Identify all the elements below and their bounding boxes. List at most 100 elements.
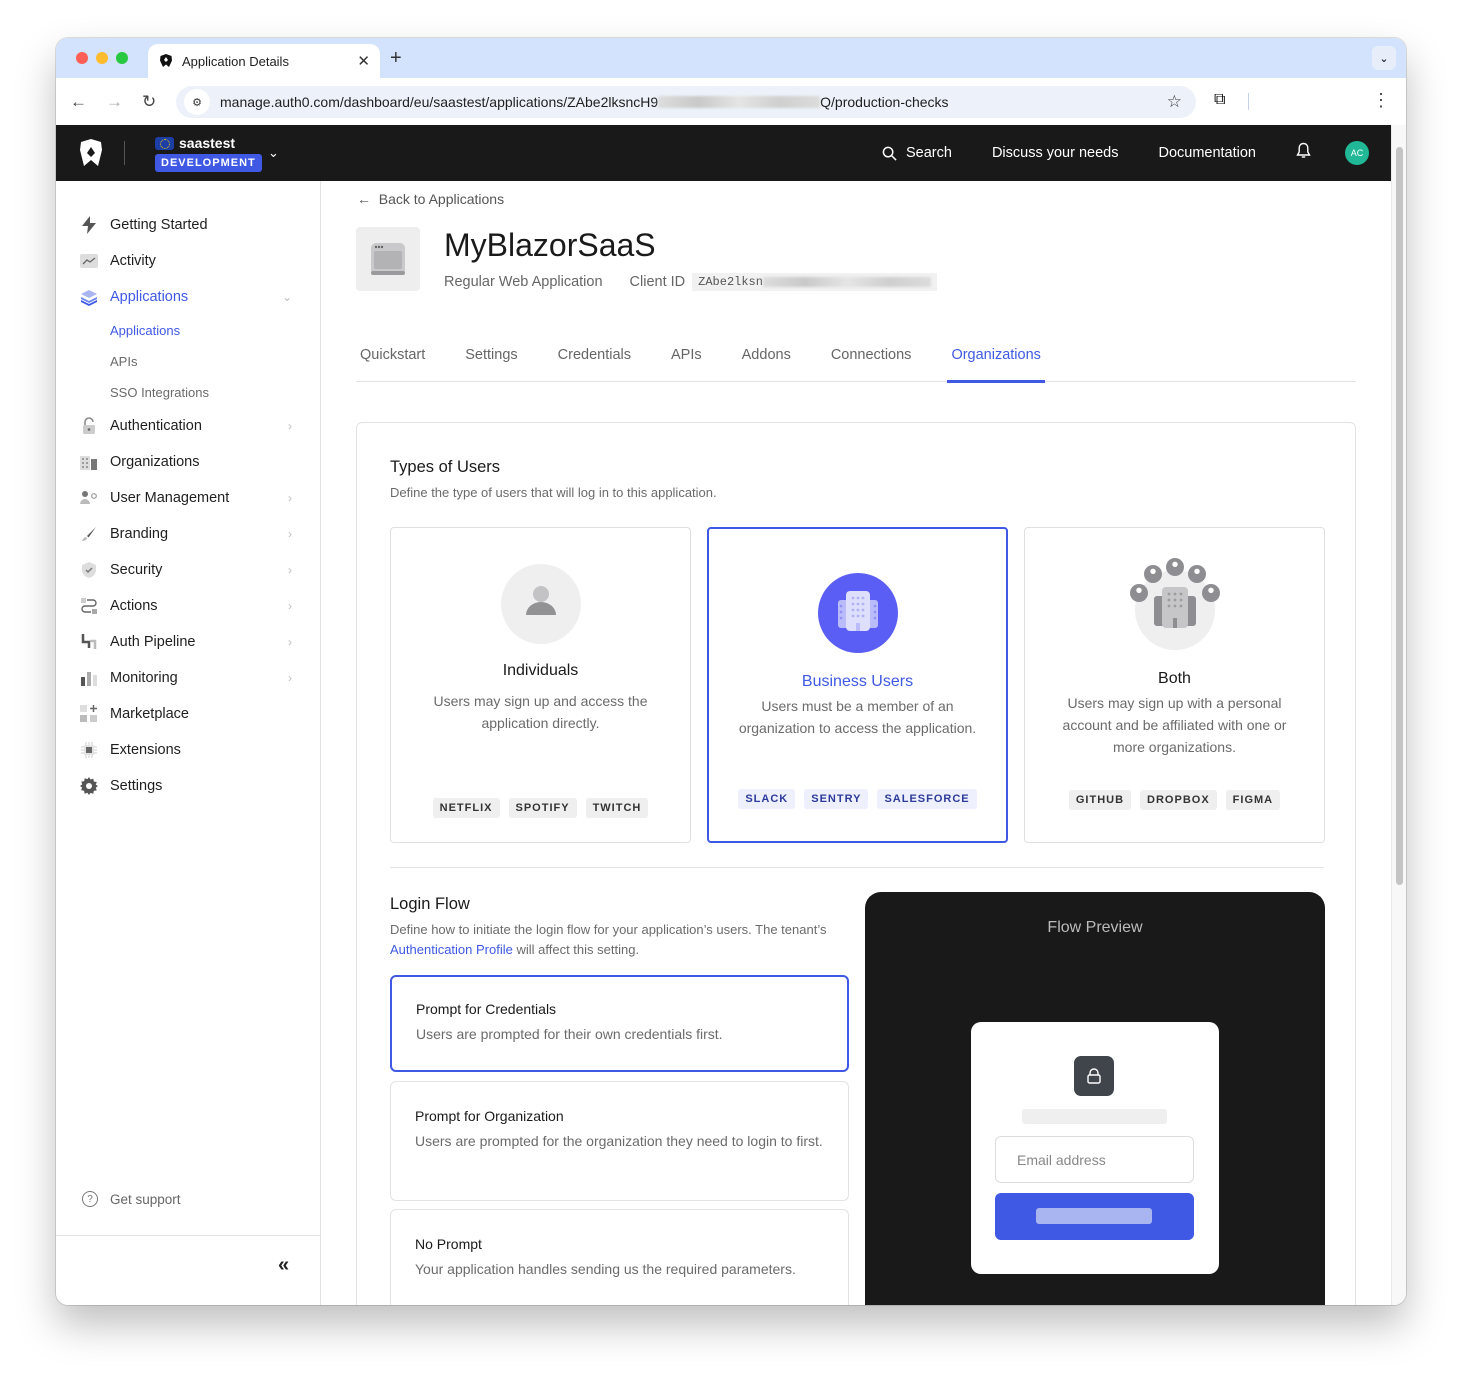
sidebar-item-branding[interactable]: Branding › [56, 516, 320, 552]
sidebar-item-label: Branding [110, 526, 169, 542]
bookmark-star-icon[interactable]: ☆ [1167, 92, 1182, 112]
tab-addons[interactable]: Addons [738, 343, 795, 382]
close-window-button[interactable] [76, 52, 88, 64]
tab-settings[interactable]: Settings [461, 343, 521, 382]
auth0-dashboard: saastest DEVELOPMENT ⌄ Search Discuss yo… [56, 125, 1391, 1305]
sidebar-subitem-apis[interactable]: APIs [56, 346, 320, 377]
sidebar-item-getting-started[interactable]: Getting Started [56, 207, 320, 243]
example-tag: NETFLIX [432, 798, 500, 818]
search-icon [882, 146, 897, 161]
maximize-window-button[interactable] [116, 52, 128, 64]
tab-strip: Application Details ✕ + ⌄ [56, 38, 1406, 78]
reload-icon[interactable]: ↻ [142, 92, 156, 112]
sidebar-item-applications[interactable]: Applications ⌄ [56, 279, 320, 315]
notifications-bell-icon[interactable] [1296, 142, 1311, 164]
back-arrow-icon[interactable]: ← [70, 92, 87, 112]
user-type-card-business-users[interactable]: Business Users Users must be a member of… [707, 527, 1008, 843]
chevron-down-icon[interactable]: ⌄ [268, 145, 279, 161]
new-tab-button[interactable]: + [390, 47, 402, 70]
extensions-icon[interactable]: ⧉ [1214, 91, 1225, 109]
user-type-description: Users may sign up and access the applica… [433, 693, 648, 731]
user-type-title: Business Users [801, 673, 914, 690]
scrollbar-thumb[interactable] [1396, 147, 1403, 885]
sidebar-subitem-applications[interactable]: Applications [56, 315, 320, 346]
types-description: Define the type of users that will log i… [390, 485, 717, 500]
sidebar-item-security[interactable]: Security › [56, 552, 320, 588]
login-flow-option-prompt-for-credentials[interactable]: Prompt for Credentials Users are prompted… [390, 975, 849, 1072]
sidebar-item-user-management[interactable]: User Management › [56, 480, 320, 516]
chevron-right-icon: › [288, 491, 292, 505]
sidebar-item-extensions[interactable]: Extensions [56, 732, 320, 768]
tab-organizations[interactable]: Organizations [947, 343, 1046, 383]
discuss-needs-link[interactable]: Discuss your needs [992, 145, 1119, 161]
tenant-name: saastest [179, 135, 236, 151]
login-flow-header: Login Flow Define how to initiate the lo… [390, 895, 850, 960]
sidebar-item-label: Activity [110, 253, 156, 269]
toolbar-divider [1248, 93, 1249, 110]
page-scrollbar[interactable] [1391, 125, 1406, 1305]
forward-arrow-icon[interactable]: → [106, 92, 123, 112]
sidebar-item-auth-pipeline[interactable]: Auth Pipeline › [56, 624, 320, 660]
application-name: MyBlazorSaaS [444, 227, 656, 263]
sidebar-item-label: Settings [110, 778, 163, 794]
sidebar-item-label: Auth Pipeline [110, 634, 196, 650]
users-icon [80, 489, 98, 507]
login-flow-option-prompt-for-organization[interactable]: Prompt for Organization Users are prompte… [390, 1081, 849, 1201]
browser-menu-icon[interactable]: ⋮ [1372, 90, 1390, 111]
tab-credentials[interactable]: Credentials [554, 343, 635, 382]
activity-chart-icon [80, 252, 98, 270]
support-label: Get support [110, 1191, 181, 1207]
application-tabs: Quickstart Settings Credentials APIs Addons C… [356, 343, 1356, 383]
sidebar-item-authentication[interactable]: Authentication › [56, 408, 320, 444]
topbar-divider [124, 141, 125, 165]
documentation-link[interactable]: Documentation [1158, 145, 1256, 161]
tab-connections[interactable]: Connections [827, 343, 916, 382]
sidebar-item-activity[interactable]: Activity [56, 243, 320, 279]
layers-icon [80, 288, 98, 306]
user-type-card-individuals[interactable]: Individuals Users may sign up and access… [390, 527, 691, 843]
search-button[interactable]: Search [882, 145, 952, 161]
get-support-link[interactable]: ? Get support [82, 1191, 181, 1207]
auth0-logo-icon[interactable] [78, 138, 104, 168]
authentication-profile-link[interactable]: Authentication Profile [390, 942, 513, 957]
tab-apis[interactable]: APIs [667, 343, 706, 382]
sidebar-item-organizations[interactable]: Organizations [56, 444, 320, 480]
user-type-title: Individuals [502, 662, 579, 679]
user-avatar[interactable]: AC [1345, 141, 1369, 165]
tab-quickstart[interactable]: Quickstart [356, 343, 429, 382]
chevron-right-icon: › [288, 563, 292, 577]
collapse-sidebar-icon[interactable]: « [278, 1254, 289, 1277]
browser-tab[interactable]: Application Details ✕ [148, 44, 380, 78]
sidebar-subitem-sso-integrations[interactable]: SSO Integrations [56, 377, 320, 408]
client-id-value[interactable]: ZAbe2lksn [692, 273, 937, 291]
user-type-card-both[interactable]: Both Users may sign up with a personal a… [1024, 527, 1325, 843]
types-title: Types of Users [390, 458, 501, 476]
back-to-applications-link[interactable]: ← Back to Applications [357, 191, 504, 207]
option-title: Prompt for Credentials [416, 1001, 557, 1017]
minimize-window-button[interactable] [96, 52, 108, 64]
user-type-description: Users may sign up with a personal accoun… [1062, 695, 1287, 755]
close-tab-icon[interactable]: ✕ [357, 52, 370, 70]
example-tag: FIGMA [1225, 790, 1281, 810]
tenant-selector[interactable]: saastest DEVELOPMENT [155, 135, 262, 172]
help-circle-icon: ? [82, 1191, 98, 1207]
sidebar-item-settings[interactable]: Settings [56, 768, 320, 804]
tab-search-button[interactable]: ⌄ [1372, 46, 1396, 70]
sidebar-item-label: Authentication [110, 418, 202, 434]
lightning-icon [80, 216, 98, 234]
sidebar-item-monitoring[interactable]: Monitoring › [56, 660, 320, 696]
address-bar[interactable]: ⚙ manage.auth0.com/dashboard/eu/saastest… [176, 86, 1196, 118]
client-id-text: ZAbe2lksn [698, 275, 763, 289]
search-label: Search [905, 145, 952, 161]
building-icon [80, 453, 98, 471]
site-settings-icon[interactable]: ⚙ [184, 89, 210, 115]
example-tag: SENTRY [804, 789, 869, 809]
sidebar-item-actions[interactable]: Actions › [56, 588, 320, 624]
sidebar-item-marketplace[interactable]: Marketplace [56, 696, 320, 732]
email-input-mock: Email address [995, 1136, 1194, 1183]
chevron-right-icon: › [288, 671, 292, 685]
login-flow-desc-part1: Define how to initiate the login flow fo… [390, 922, 827, 937]
bar-chart-icon [80, 669, 98, 687]
login-flow-option-no-prompt[interactable]: No Prompt Your application handles sendin… [390, 1209, 849, 1305]
eu-flag-icon [155, 136, 174, 150]
